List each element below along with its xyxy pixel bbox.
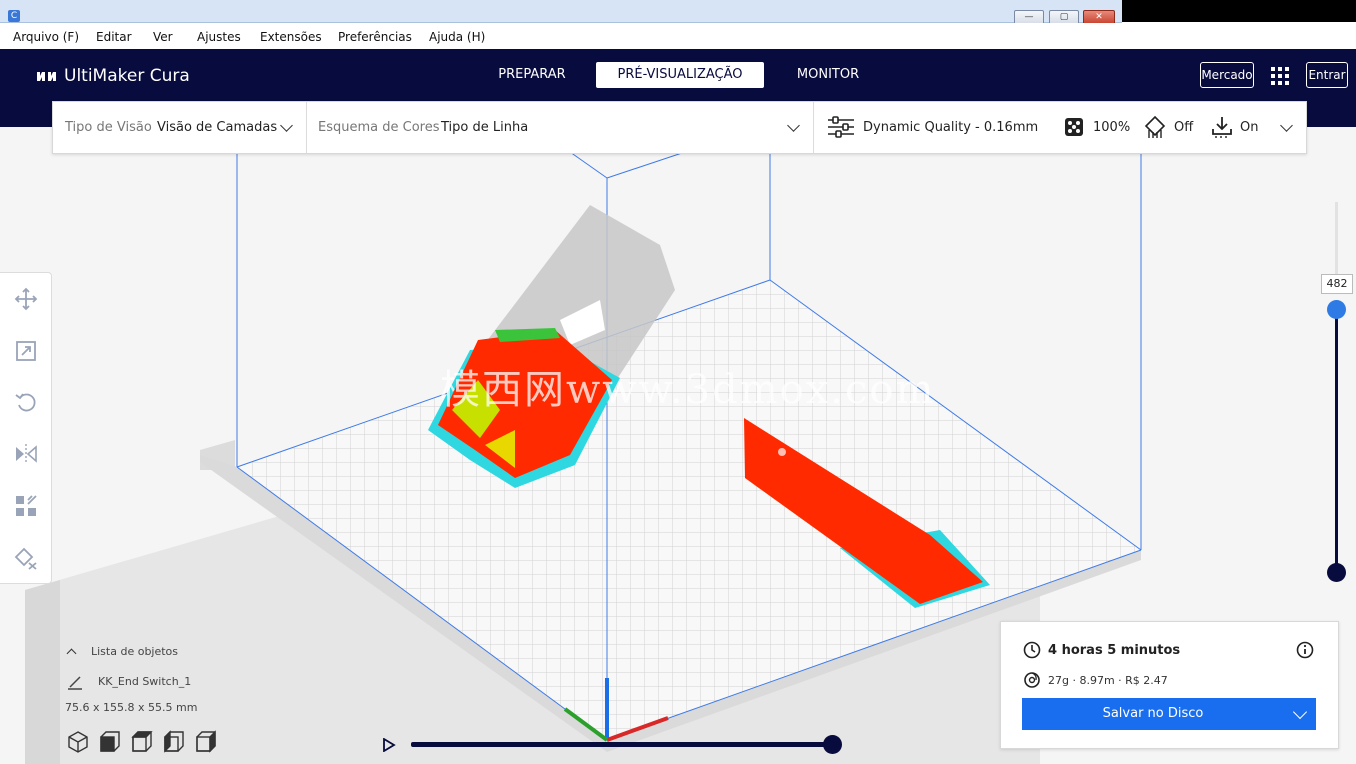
layer-slider-upper-handle[interactable] <box>1327 300 1346 319</box>
right-part-hole <box>778 448 786 456</box>
layer-slider-value[interactable]: 482 <box>1321 274 1353 294</box>
per-model-settings-icon[interactable] <box>14 494 38 518</box>
view-type-chevron-down-icon[interactable] <box>280 119 293 132</box>
top-view-cube-icon[interactable] <box>131 731 153 752</box>
menu-editar[interactable]: Editar <box>96 30 132 44</box>
print-info-panel: 4 horas 5 minutos 27g · 8.97m · R$ 2.47 … <box>1000 621 1339 749</box>
view-type-dropdown[interactable]: Visão de Camadas <box>157 120 277 135</box>
info-icon[interactable] <box>1296 641 1314 659</box>
infill-icon <box>1065 118 1083 136</box>
support-value: Off <box>1174 120 1194 135</box>
tab-pre-visualizacao[interactable]: PRÉ-VISUALIZAÇÃO <box>596 62 764 88</box>
left-toolbar <box>0 272 52 584</box>
signin-button[interactable]: Entrar <box>1306 62 1348 88</box>
print-time: 4 horas 5 minutos <box>1048 643 1181 658</box>
save-to-disk-button[interactable]: Salvar no Disco <box>1022 698 1316 730</box>
right-view-cube-icon[interactable] <box>196 730 216 753</box>
filament-spool-icon <box>1024 672 1040 688</box>
save-options-chevron-down-icon[interactable] <box>1292 704 1308 720</box>
apps-grid-icon[interactable] <box>1270 66 1290 86</box>
clock-icon <box>1023 641 1041 659</box>
print-settings-chevron-down-icon[interactable] <box>1280 119 1293 132</box>
infill-value: 100% <box>1093 120 1131 135</box>
move-tool-icon[interactable] <box>14 287 38 311</box>
scale-tool-icon[interactable] <box>14 339 38 363</box>
marketplace-button[interactable]: Mercado <box>1200 62 1254 88</box>
layer-slider-track[interactable] <box>1335 310 1338 572</box>
layer-slider-lower-handle[interactable] <box>1327 563 1346 582</box>
rotate-tool-icon[interactable] <box>14 390 38 414</box>
printer-frame-edge <box>25 580 60 764</box>
pencil-icon[interactable] <box>67 674 83 690</box>
view-settings-panel: Tipo de Visão Visão de Camadas Esquema d… <box>52 101 1307 154</box>
menu-ver[interactable]: Ver <box>153 30 173 44</box>
object-dimensions: 75.6 x 155.8 x 55.5 mm <box>65 701 198 714</box>
support-blocker-icon[interactable] <box>14 546 38 570</box>
view-orientation-buttons <box>68 730 216 753</box>
3d-view-cube-icon[interactable] <box>68 731 88 753</box>
object-name[interactable]: KK_End Switch_1 <box>98 675 191 688</box>
object-list-title: Lista de objetos <box>91 645 179 658</box>
color-scheme-label: Esquema de Cores <box>318 120 440 135</box>
logo-text: UltiMaker Cura <box>64 66 190 86</box>
mirror-tool-icon[interactable] <box>14 442 38 466</box>
simulation-handle[interactable] <box>823 735 842 754</box>
ultimaker-logo-icon <box>37 72 56 81</box>
support-icon <box>1144 115 1166 138</box>
layer-slider-track-upper[interactable] <box>1335 202 1338 282</box>
color-scheme-chevron-down-icon[interactable] <box>787 119 800 132</box>
left-view-cube-icon[interactable] <box>164 730 184 753</box>
cura-app-icon: C <box>8 10 20 22</box>
front-view-cube-icon[interactable] <box>100 731 120 752</box>
material-estimate: 27g · 8.97m · R$ 2.47 <box>1048 674 1168 687</box>
ultimaker-logo: UltiMaker Cura <box>36 66 190 86</box>
play-simulation-icon[interactable] <box>382 738 396 752</box>
tab-preparar[interactable]: PREPARAR <box>490 62 574 88</box>
adhesion-icon <box>1212 117 1232 138</box>
window-title-bar: C — ▢ ✕ <box>0 0 1122 26</box>
watermark-text: 模西网www.3dmox.com <box>440 367 936 413</box>
separator <box>813 102 814 153</box>
menu-preferencias[interactable]: Preferências <box>338 30 412 44</box>
tab-monitor[interactable]: MONITOR <box>786 62 870 88</box>
menu-arquivo[interactable]: Arquivo (F) <box>13 30 79 44</box>
menu-extensoes[interactable]: Extensões <box>260 30 322 44</box>
separator <box>306 102 307 153</box>
menu-ajustes[interactable]: Ajustes <box>197 30 241 44</box>
simulation-track[interactable] <box>411 742 831 747</box>
desktop-background <box>1122 0 1356 22</box>
print-settings-sliders-icon[interactable] <box>827 116 855 138</box>
menu-bar: Arquivo (F) Editar Ver Ajustes Extensões… <box>0 23 1356 49</box>
view-type-label: Tipo de Visão <box>65 120 152 135</box>
menu-ajuda[interactable]: Ajuda (H) <box>429 30 485 44</box>
color-scheme-dropdown[interactable]: Tipo de Linha <box>441 120 528 135</box>
adhesion-value: On <box>1240 120 1259 135</box>
save-to-disk-label: Salvar no Disco <box>1102 706 1204 721</box>
profile-name[interactable]: Dynamic Quality - 0.16mm <box>863 120 1038 135</box>
